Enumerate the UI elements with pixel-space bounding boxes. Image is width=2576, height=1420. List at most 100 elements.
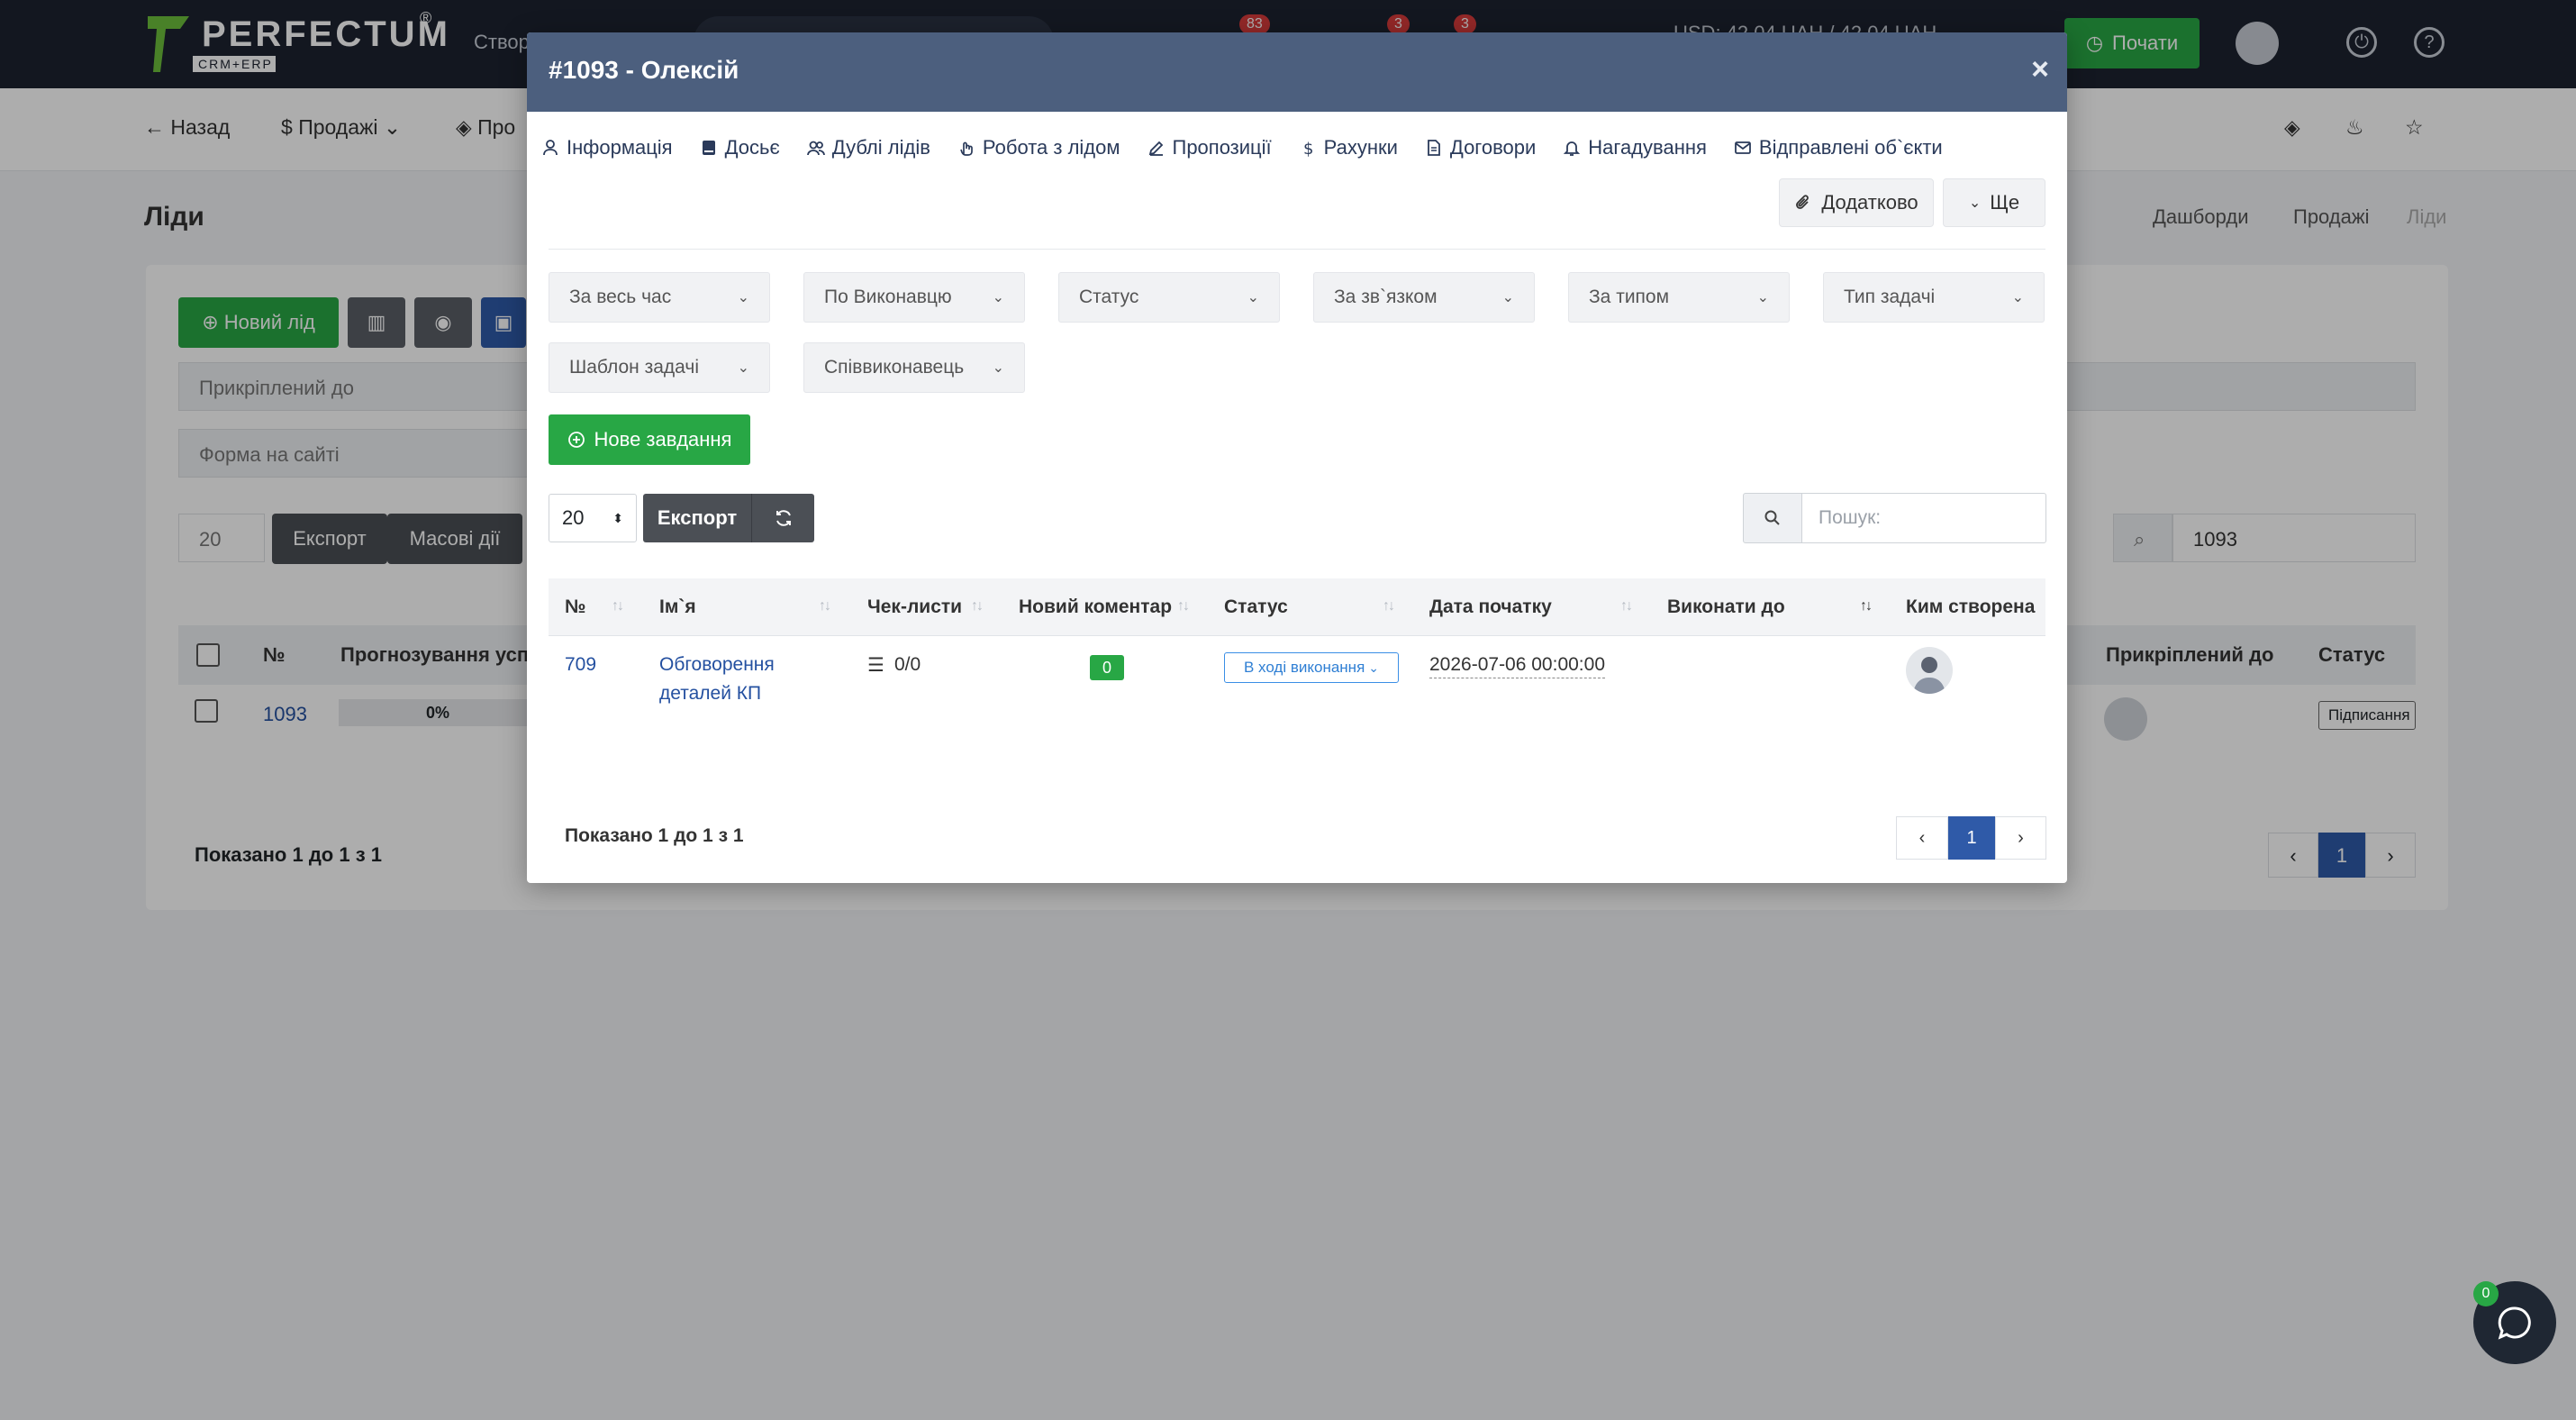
more-button[interactable]: ⌄ Ще [1943, 178, 2045, 227]
svg-text:$: $ [1303, 140, 1313, 157]
tab-label: Нагадування [1588, 136, 1707, 159]
chevron-down-icon: ⌄ [992, 360, 1004, 376]
close-icon[interactable]: × [2031, 52, 2049, 87]
filter-co-executor[interactable]: Співвиконавець ⌄ [803, 342, 1025, 393]
new-task-label: Нове завдання [594, 428, 732, 451]
refresh-button[interactable] [751, 494, 814, 542]
checklist-icon: ☰ [867, 655, 884, 676]
chevron-down-icon: ⌄ [737, 290, 749, 305]
lead-modal: #1093 - Олексій × Інформація Досьє Дублі… [527, 32, 2067, 883]
user-icon [543, 140, 558, 156]
new-task-button[interactable]: Нове завдання [549, 414, 750, 465]
divider [549, 249, 2045, 250]
col-checklists[interactable]: Чек-листи [867, 578, 962, 636]
page-length-select[interactable]: 20 ⬍ [549, 494, 637, 542]
filter-type[interactable]: За типом ⌄ [1568, 272, 1790, 323]
chevron-down-icon: ⌄ [737, 360, 749, 376]
tasks-prev-page[interactable]: ‹ [1896, 816, 1948, 860]
sort-updown-icon: ⬍ [612, 510, 623, 525]
page-length-value: 20 [562, 506, 585, 529]
tasks-page-1[interactable]: 1 [1948, 816, 1995, 860]
extra-label: Додатково [1821, 191, 1918, 214]
tab-label: Досьє [724, 136, 780, 159]
tasks-shown-info: Показано 1 до 1 з 1 [565, 825, 744, 846]
refresh-icon [776, 510, 791, 526]
filter-executor[interactable]: По Виконавцю ⌄ [803, 272, 1025, 323]
chevron-down-icon: ⌄ [1501, 290, 1514, 305]
sort-asc-icon[interactable]: ↑↓ [1860, 598, 1873, 614]
tab-label: Рахунки [1323, 136, 1398, 159]
modal-title: #1093 - Олексій [549, 56, 739, 84]
checklist-count: 0/0 [894, 654, 921, 675]
col-start-date[interactable]: Дата початку [1429, 578, 1552, 636]
tasks-table-header: № ↑↓ Ім`я ↑↓ Чек-листи ↑↓ Новий коментар… [549, 578, 2045, 636]
filter-relation[interactable]: За зв`язком ⌄ [1313, 272, 1535, 323]
tab-label: Робота з лідом [982, 136, 1120, 159]
chat-icon [2498, 1306, 2531, 1340]
chat-badge: 0 [2473, 1281, 2499, 1306]
task-start-date[interactable]: 2026-07-06 00:00:00 [1429, 654, 1605, 678]
edit-icon [1148, 141, 1163, 156]
file-icon [1428, 140, 1440, 156]
tab-label: Дублі лідів [831, 136, 930, 159]
sort-icon[interactable]: ↑↓ [1383, 598, 1395, 614]
tab-invoices[interactable]: $ Рахунки [1299, 128, 1410, 168]
filter-status[interactable]: Статус ⌄ [1058, 272, 1280, 323]
task-name-link-line1[interactable]: Обговорення [659, 654, 775, 676]
tab-duplicates[interactable]: Дублі лідів [806, 128, 943, 168]
col-due[interactable]: Виконати до [1667, 578, 1785, 636]
col-status[interactable]: Статус [1224, 578, 1288, 636]
sort-icon[interactable]: ↑↓ [971, 598, 984, 614]
chevron-down-icon: ⌄ [1368, 660, 1380, 675]
creator-avatar[interactable] [1906, 647, 1953, 694]
search-icon [1743, 493, 1802, 543]
new-comment-badge[interactable]: 0 [1090, 655, 1124, 680]
tab-reminders[interactable]: Нагадування [1563, 128, 1719, 168]
filter-period[interactable]: За весь час ⌄ [549, 272, 770, 323]
task-status-dropdown[interactable]: В ході виконання ⌄ [1224, 652, 1399, 683]
plus-circle-icon [567, 432, 585, 448]
modal-tabs: Інформація Досьє Дублі лідів Робота з лі… [541, 128, 1970, 168]
tab-label: Відправлені об`єкти [1758, 136, 1943, 159]
task-id-link[interactable]: 709 [565, 654, 596, 676]
sort-icon[interactable]: ↑↓ [612, 598, 624, 614]
chevron-down-icon: ⌄ [1968, 196, 1982, 211]
tab-dossier[interactable]: Досьє [700, 128, 793, 168]
bell-icon [1564, 141, 1581, 156]
filter-task-template[interactable]: Шаблон задачі ⌄ [549, 342, 770, 393]
extra-button[interactable]: Додатково [1779, 178, 1934, 227]
dollar-icon: $ [1303, 140, 1313, 157]
tab-info[interactable]: Інформація [541, 128, 685, 168]
tab-label: Договори [1449, 136, 1537, 159]
book-icon [702, 141, 715, 155]
tab-proposals[interactable]: Пропозиції [1147, 128, 1284, 168]
task-status-label: В ході виконання [1243, 659, 1365, 676]
tab-sent-objects[interactable]: Відправлені об`єкти [1734, 128, 1955, 168]
tasks-search-input[interactable] [1801, 493, 2046, 543]
col-number[interactable]: № [565, 578, 585, 636]
col-name[interactable]: Ім`я [659, 578, 696, 636]
export-button[interactable]: Експорт [643, 494, 751, 542]
col-new-comment[interactable]: Новий коментар [1019, 578, 1172, 636]
sort-icon[interactable]: ↑↓ [1177, 598, 1190, 614]
tab-lead-work[interactable]: Робота з лідом [957, 128, 1133, 168]
users-icon [806, 141, 825, 156]
tasks-next-page[interactable]: › [1995, 816, 2046, 860]
tab-label: Інформація [567, 136, 673, 159]
filter-task-type[interactable]: Тип задачі ⌄ [1823, 272, 2045, 323]
chevron-down-icon: ⌄ [2011, 290, 2024, 305]
tab-label: Пропозиції [1172, 136, 1272, 159]
mail-icon [1735, 141, 1751, 154]
hand-icon [960, 141, 973, 156]
sort-icon[interactable]: ↑↓ [819, 598, 831, 614]
more-label: Ще [1990, 191, 2020, 214]
tab-contracts[interactable]: Договори [1425, 128, 1548, 168]
chevron-down-icon: ⌄ [1756, 290, 1769, 305]
col-created-by[interactable]: Ким створена [1906, 578, 2035, 636]
paperclip-icon [1796, 195, 1810, 209]
chevron-down-icon: ⌄ [992, 290, 1004, 305]
chevron-down-icon: ⌄ [1247, 290, 1259, 305]
task-name-link-line2[interactable]: деталей КП [659, 683, 761, 705]
sort-icon[interactable]: ↑↓ [1620, 598, 1633, 614]
modal-header: #1093 - Олексій × [527, 32, 2067, 112]
